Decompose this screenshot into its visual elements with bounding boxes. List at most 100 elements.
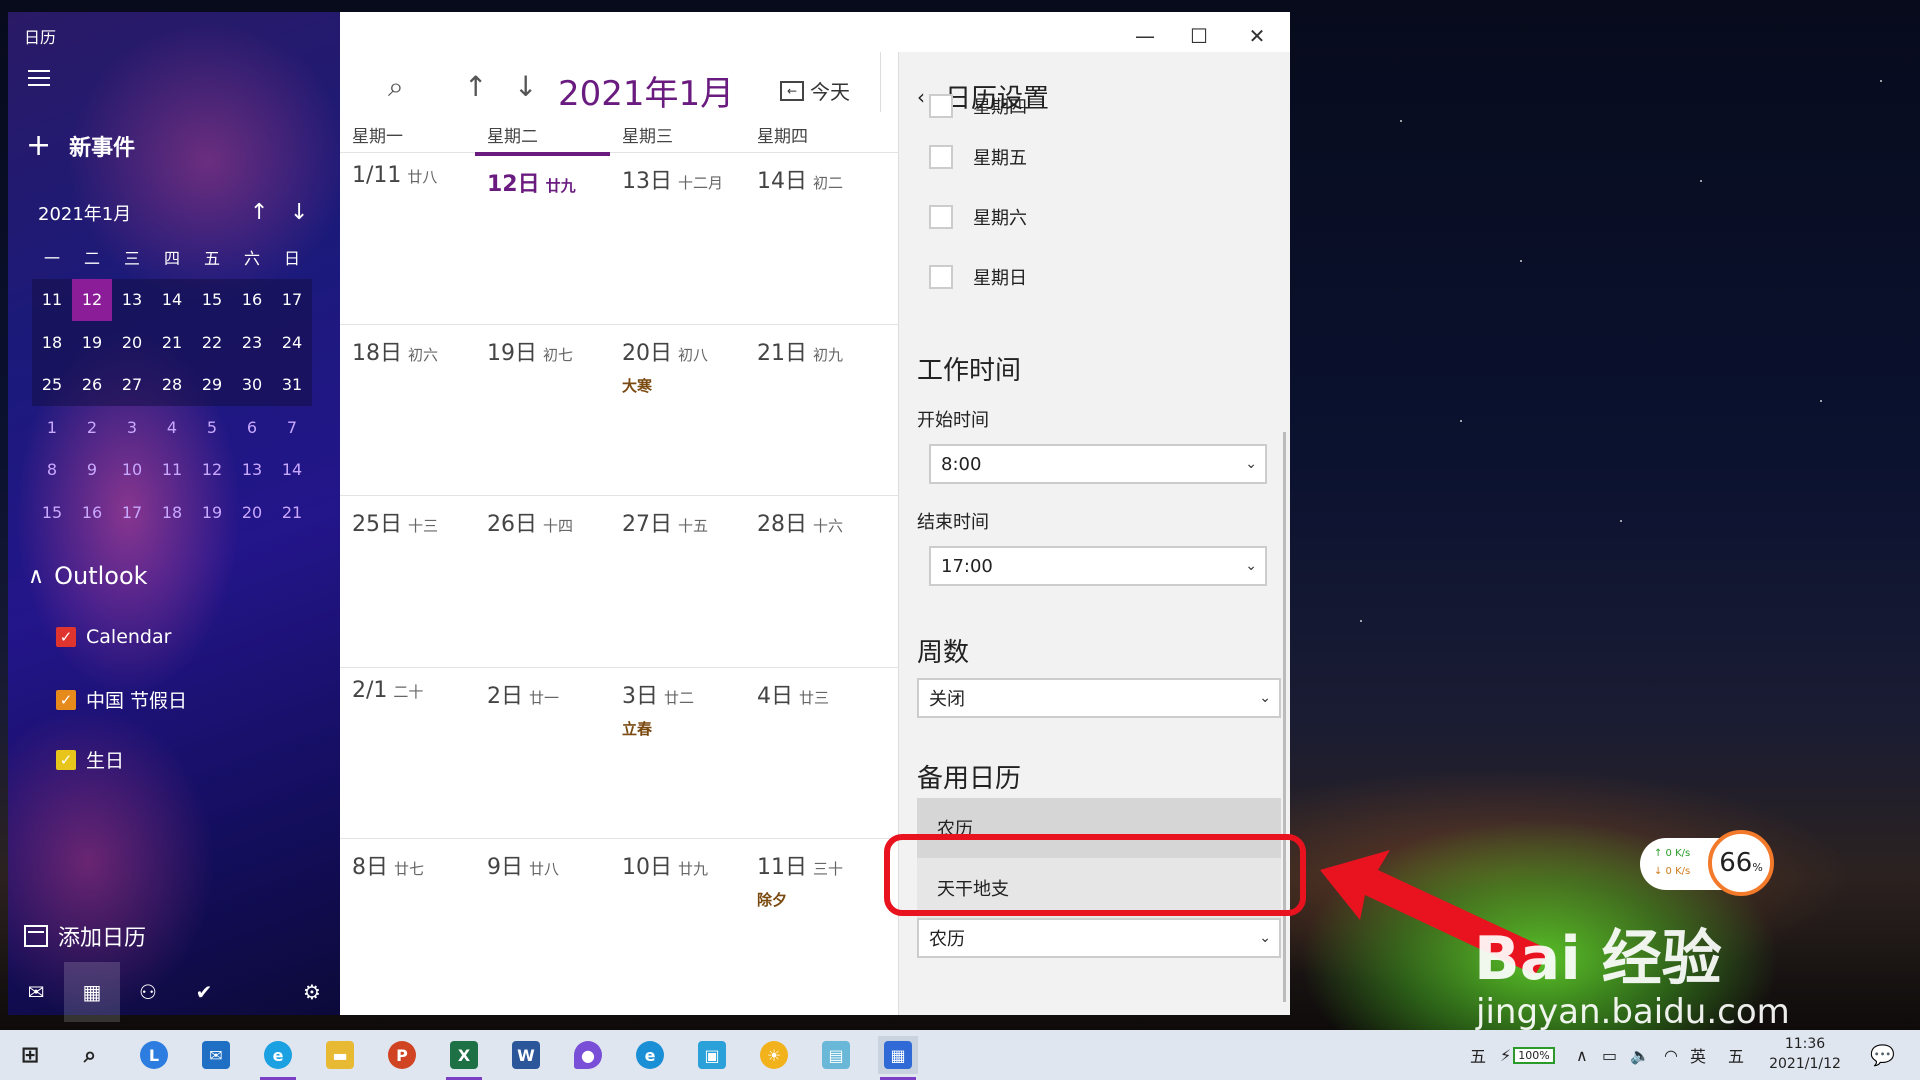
mail-icon[interactable]: ✉ <box>8 962 64 1022</box>
end-time-select[interactable]: 17:00 ⌄ <box>929 546 1267 586</box>
start-button[interactable]: ⊞ <box>10 1036 50 1074</box>
mini-day[interactable]: 12 <box>192 449 232 492</box>
workday-checkbox-sunday[interactable]: 星期日 <box>929 264 1027 290</box>
notification-icon[interactable]: 💬 <box>1870 1030 1895 1080</box>
mini-day[interactable]: 19 <box>72 321 112 364</box>
new-event-button[interactable]: + 新事件 <box>26 130 135 162</box>
mini-day[interactable]: 16 <box>232 279 272 322</box>
outlook-account-toggle[interactable]: ∧ Outlook <box>28 562 148 590</box>
day-cell[interactable]: 21日 初九 <box>745 325 880 496</box>
chevron-up-icon[interactable]: ∧ <box>1576 1030 1588 1080</box>
checkbox-checked-icon[interactable]: ✓ <box>56 627 76 647</box>
maximize-icon[interactable]: ☐ <box>1176 24 1222 48</box>
battery-icon[interactable]: ▭ <box>1602 1030 1617 1080</box>
mini-day[interactable]: 13 <box>112 279 152 322</box>
mini-day[interactable]: 29 <box>192 364 232 407</box>
taskbar-app-screen[interactable]: ▣ <box>692 1036 732 1074</box>
taskbar-calendar[interactable]: ▦ <box>878 1036 918 1080</box>
mini-day[interactable]: 10 <box>112 449 152 492</box>
search-button[interactable]: ⌕ <box>70 1036 110 1074</box>
calendar-icon[interactable]: ▦ <box>64 962 120 1022</box>
mini-day[interactable]: 15 <box>32 491 72 534</box>
memory-gauge[interactable]: 66% <box>1708 830 1774 896</box>
day-cell[interactable]: 2日 廿一 <box>475 668 610 839</box>
mini-day[interactable]: 30 <box>232 364 272 407</box>
taskbar-excel[interactable]: X <box>444 1036 484 1080</box>
day-cell[interactable]: 10日 廿九 <box>610 839 745 1010</box>
mini-next-arrow-icon[interactable]: ↓ <box>290 200 308 225</box>
day-cell[interactable]: 20日 初八 大寒 <box>610 325 745 496</box>
settings-scrollbar[interactable] <box>1283 432 1286 1002</box>
day-cell[interactable]: 1/11 廿八 <box>340 153 475 324</box>
start-time-select[interactable]: 8:00 ⌄ <box>929 444 1267 484</box>
todo-icon[interactable]: ✔ <box>176 962 232 1022</box>
day-cell[interactable]: 9日 廿八 <box>475 839 610 1010</box>
workday-checkbox-thursday[interactable]: 星期四 <box>929 94 1027 118</box>
mini-day[interactable]: 17 <box>272 279 312 322</box>
taskbar-powerpoint[interactable]: P <box>382 1036 422 1074</box>
mini-day[interactable]: 20 <box>232 491 272 534</box>
mini-day-today[interactable]: 12 <box>72 278 112 321</box>
taskbar-edge[interactable]: e <box>630 1036 670 1074</box>
checkbox-unchecked-icon[interactable] <box>929 145 953 169</box>
taskbar-notes[interactable]: ▤ <box>816 1036 856 1074</box>
calendar-toggle-calendar[interactable]: ✓ Calendar <box>56 626 171 648</box>
mini-day[interactable]: 31 <box>272 364 312 407</box>
mini-day[interactable]: 25 <box>32 364 72 407</box>
workday-checkbox-saturday[interactable]: 星期六 <box>929 204 1027 230</box>
day-cell[interactable]: 8日 廿七 <box>340 839 475 1010</box>
mini-day[interactable]: 8 <box>32 449 72 492</box>
minimize-icon[interactable]: — <box>1122 24 1168 48</box>
day-cell[interactable]: 4日 廿三 <box>745 668 880 839</box>
mini-day[interactable]: 20 <box>112 321 152 364</box>
checkbox-unchecked-icon[interactable] <box>929 265 953 289</box>
alt-calendar-select[interactable]: 农历 ⌄ <box>917 918 1281 958</box>
volume-icon[interactable]: 🔈 <box>1630 1030 1650 1080</box>
mini-day[interactable]: 28 <box>152 364 192 407</box>
day-cell[interactable]: 13日 十二月 <box>610 153 745 324</box>
battery-indicator[interactable]: ⚡ 100% <box>1500 1030 1555 1080</box>
ime-mode-indicator[interactable]: 五 <box>1728 1030 1744 1080</box>
day-cell[interactable]: 28日 十六 <box>745 496 880 667</box>
workday-checkbox-friday[interactable]: 星期五 <box>929 144 1027 170</box>
taskbar-word[interactable]: W <box>506 1036 546 1074</box>
prev-arrow-icon[interactable]: ↑ <box>464 70 487 103</box>
day-cell[interactable]: 18日 初六 <box>340 325 475 496</box>
month-title[interactable]: 2021年1月 <box>558 66 734 115</box>
day-cell[interactable]: 26日 十四 <box>475 496 610 667</box>
mini-day[interactable]: 2 <box>72 406 112 449</box>
mini-day[interactable]: 15 <box>192 279 232 322</box>
close-icon[interactable]: ✕ <box>1234 24 1280 48</box>
mini-day[interactable]: 14 <box>272 449 312 492</box>
back-chevron-icon[interactable]: ‹ <box>917 85 925 109</box>
mini-day[interactable]: 5 <box>192 406 232 449</box>
checkbox-checked-icon[interactable]: ✓ <box>56 689 76 710</box>
mini-day[interactable]: 7 <box>272 406 312 449</box>
week-numbers-select[interactable]: 关闭 ⌄ <box>917 678 1281 718</box>
taskbar-mail[interactable]: ✉ <box>196 1036 236 1074</box>
mini-day[interactable]: 21 <box>152 321 192 364</box>
mini-day[interactable]: 6 <box>232 406 272 449</box>
next-arrow-icon[interactable]: ↓ <box>514 70 537 103</box>
calendar-toggle-birthdays[interactable]: ✓ 生日 <box>56 746 124 773</box>
taskbar-paint[interactable]: ● <box>568 1036 608 1074</box>
taskbar-explorer[interactable]: ▬ <box>320 1036 360 1074</box>
day-cell[interactable]: 25日 十三 <box>340 496 475 667</box>
wifi-icon[interactable]: ◠ <box>1664 1030 1678 1080</box>
checkbox-checked-icon[interactable]: ✓ <box>56 749 76 770</box>
mini-day[interactable]: 22 <box>192 321 232 364</box>
settings-gear-icon[interactable]: ⚙ <box>284 962 340 1022</box>
taskbar-weather[interactable]: ☀ <box>754 1036 794 1074</box>
people-icon[interactable]: ⚇ <box>120 962 176 1022</box>
mini-day[interactable]: 16 <box>72 491 112 534</box>
clock[interactable]: 11:36 2021/1/12 <box>1760 1034 1850 1074</box>
mini-day[interactable]: 14 <box>152 279 192 322</box>
mini-day[interactable]: 17 <box>112 491 152 534</box>
mini-day[interactable]: 18 <box>152 491 192 534</box>
mini-day[interactable]: 26 <box>72 364 112 407</box>
day-cell[interactable]: 14日 初二 <box>745 153 880 324</box>
mini-day[interactable]: 3 <box>112 406 152 449</box>
day-cell[interactable]: 2/1 二十 <box>340 668 475 839</box>
add-calendar-button[interactable]: 添加日历 <box>24 920 146 952</box>
mini-day[interactable]: 13 <box>232 449 272 492</box>
